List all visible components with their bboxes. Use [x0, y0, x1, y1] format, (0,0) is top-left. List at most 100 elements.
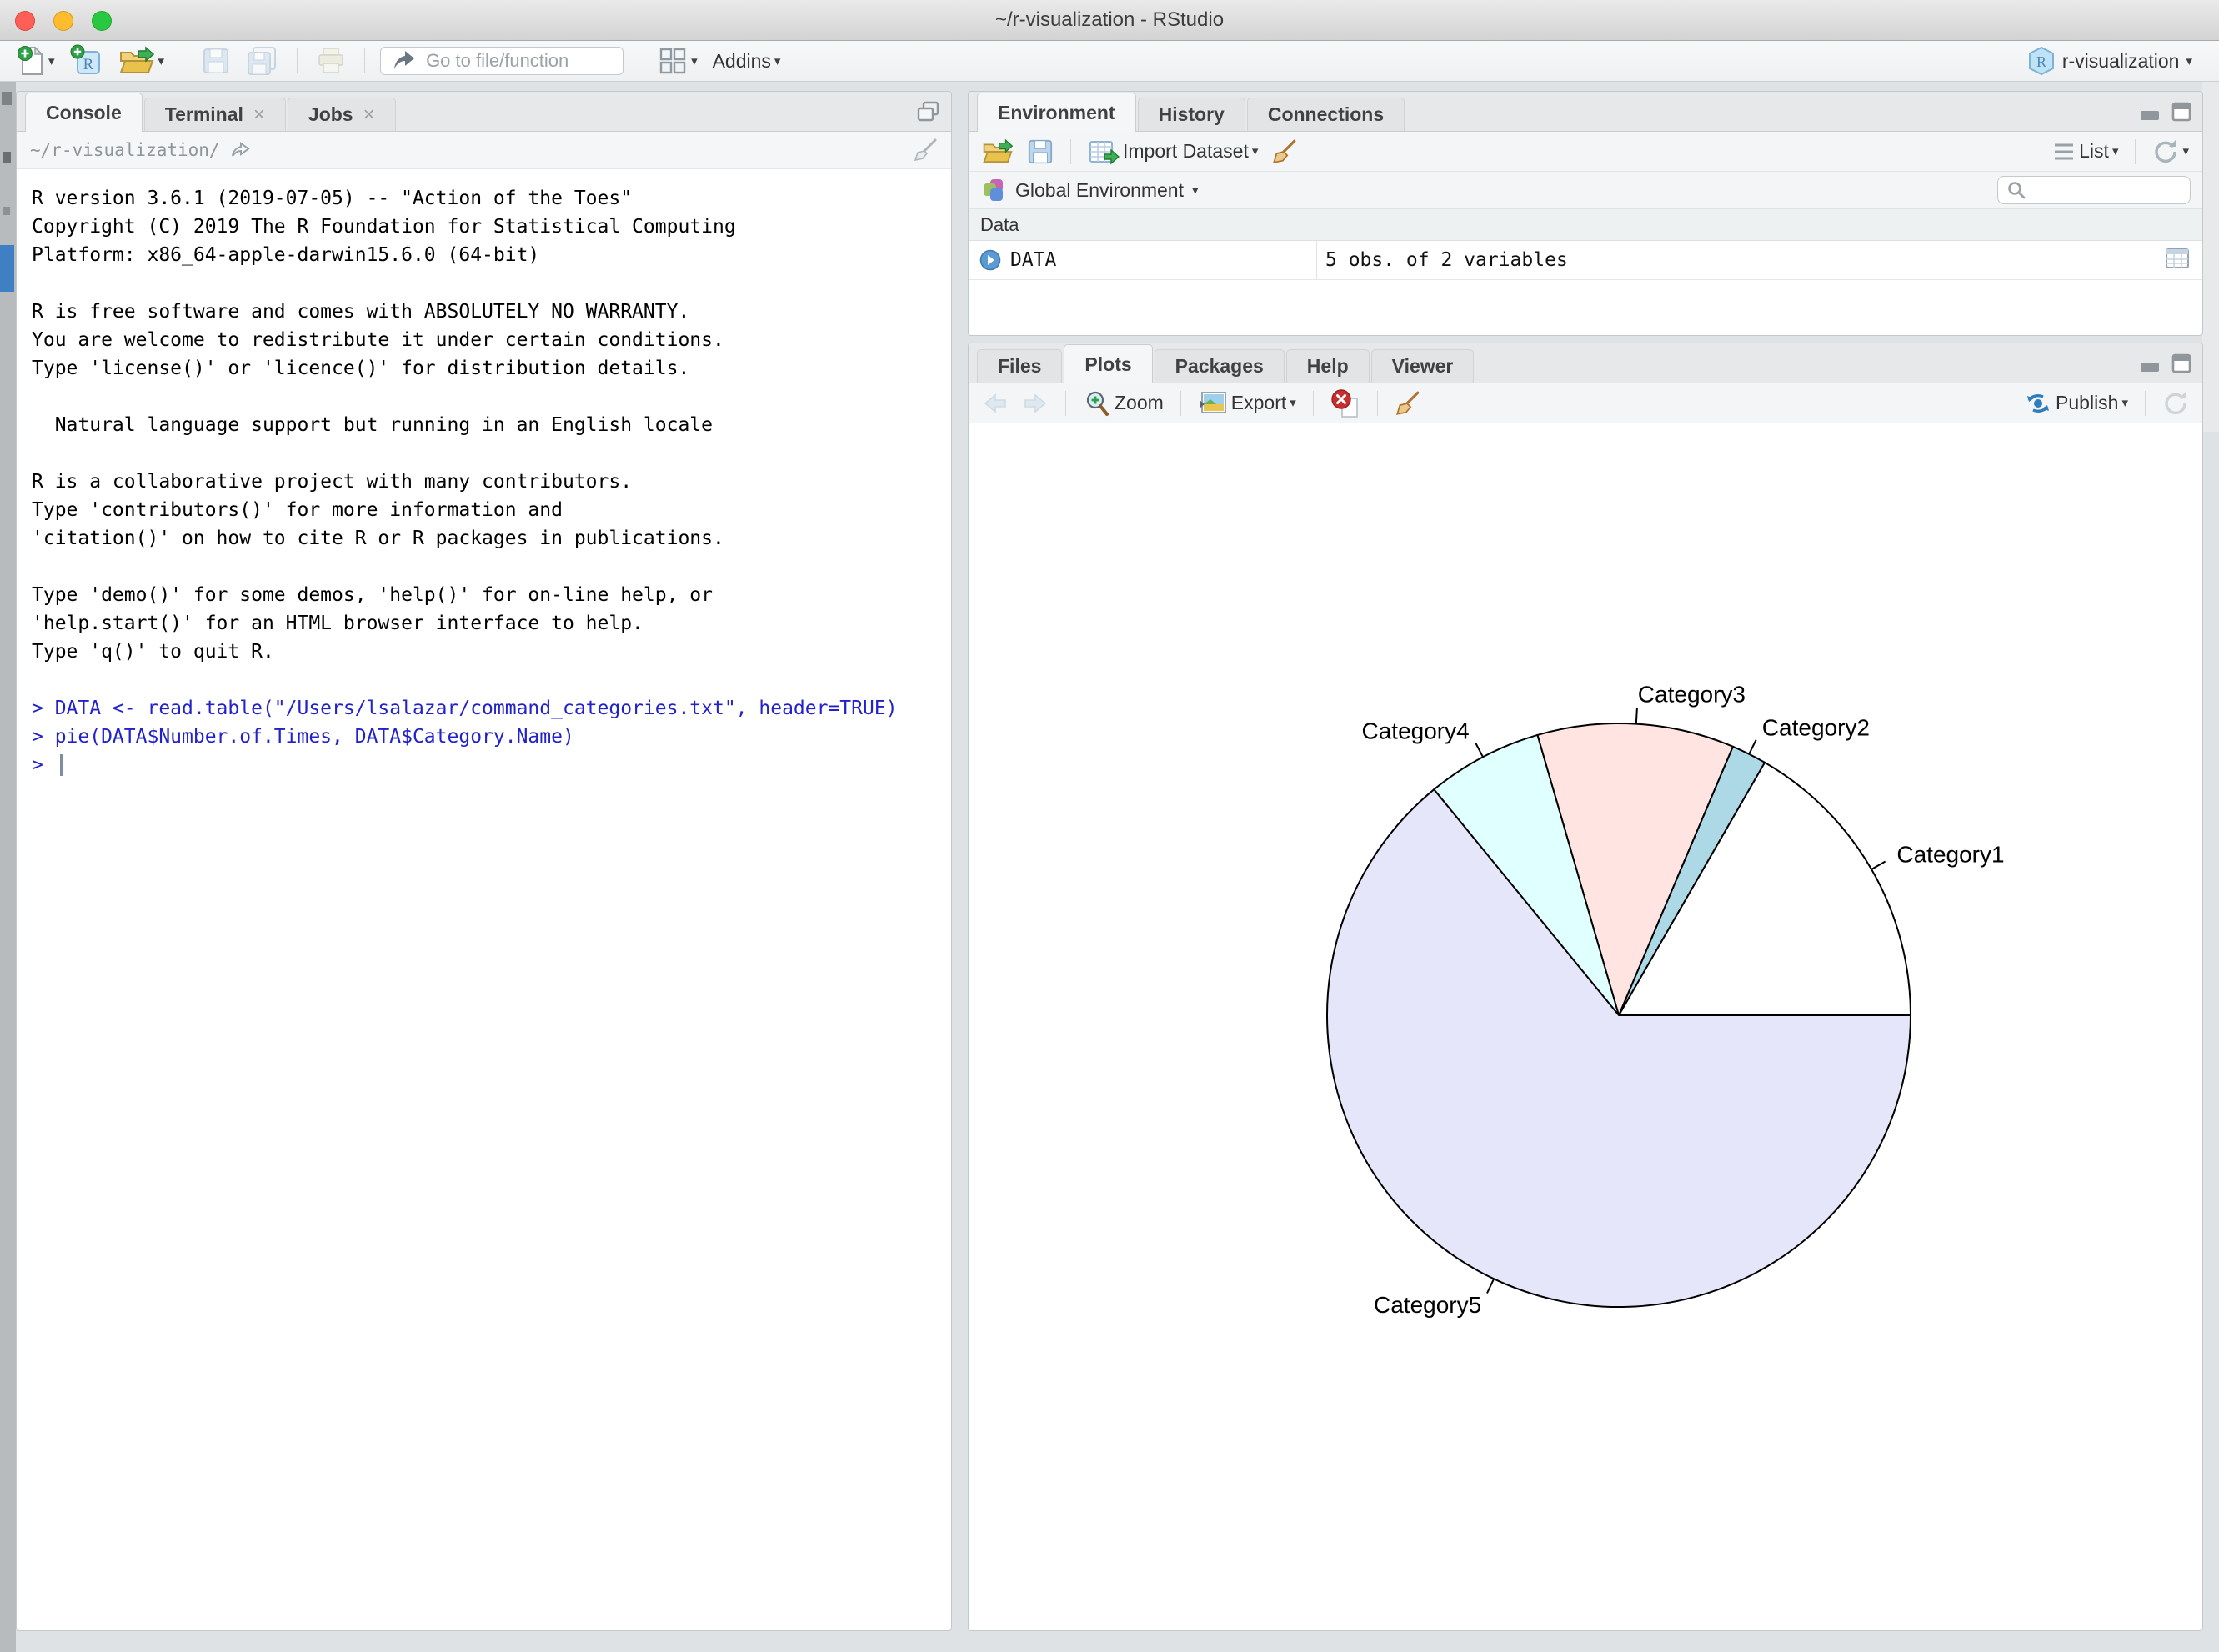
broom-icon[interactable]	[913, 138, 938, 163]
separator	[364, 48, 365, 73]
zoom-plot-button[interactable]: Zoom	[1079, 388, 1167, 419]
console-output-line: Type 'contributors()' for more informati…	[32, 496, 951, 524]
tab-plots[interactable]: Plots	[1064, 344, 1152, 383]
go-to-dir-icon[interactable]	[230, 141, 252, 159]
project-name: r-visualization	[2062, 50, 2180, 73]
print-icon	[316, 47, 346, 75]
environment-object-row[interactable]: DATA 5 obs. of 2 variables	[969, 241, 2202, 280]
tab-help[interactable]: Help	[1286, 349, 1370, 383]
console-output-line: 'help.start()' for an HTML browser inter…	[32, 609, 951, 638]
popout-icon[interactable]	[916, 100, 941, 123]
save-all-button[interactable]	[242, 44, 282, 78]
console-tabstrip: ConsoleTerminal×Jobs×	[17, 92, 951, 132]
env-stack-icon[interactable]	[980, 177, 1007, 203]
console-output[interactable]: R version 3.6.1 (2019-07-05) -- "Action …	[17, 169, 951, 779]
console-output-line	[32, 439, 951, 468]
console-output-line: Type 'license()' or 'licence()' for dist…	[32, 354, 951, 383]
new-file-icon	[17, 45, 45, 77]
tab-label: Environment	[998, 102, 1115, 124]
separator	[1377, 391, 1378, 416]
console-output-line: R version 3.6.1 (2019-07-05) -- "Action …	[32, 184, 951, 213]
pie-label-tick	[1749, 740, 1756, 754]
export-plot-button[interactable]: Export ▾	[1195, 388, 1300, 418]
close-icon[interactable]: ×	[363, 105, 375, 125]
tab-environment[interactable]: Environment	[977, 93, 1136, 132]
refresh-plot-button[interactable]	[2159, 388, 2192, 418]
pie-slice-label: Category3	[1638, 682, 1746, 708]
print-button[interactable]	[313, 45, 349, 77]
save-button[interactable]	[198, 45, 233, 77]
console-pane: ConsoleTerminal×Jobs× ~/r-visualization/…	[16, 91, 952, 1631]
load-workspace-button[interactable]	[979, 137, 1017, 167]
clear-environment-button[interactable]	[1268, 137, 1301, 167]
new-file-button[interactable]: ▾	[13, 43, 58, 78]
project-menu-button[interactable]: R r-visualization ▾	[2027, 46, 2192, 76]
data-grid-icon[interactable]	[2164, 247, 2191, 270]
minimize-pane-icon[interactable]	[2139, 101, 2161, 123]
desktop-edge-right	[2202, 82, 2219, 432]
dropdown-caret: ▾	[691, 55, 698, 68]
next-plot-button[interactable]	[1019, 390, 1052, 417]
tab-label: Terminal	[165, 103, 243, 126]
tab-history[interactable]: History	[1138, 98, 1245, 131]
text-cursor	[60, 754, 63, 776]
tab-console[interactable]: Console	[25, 93, 143, 132]
close-icon[interactable]: ×	[253, 105, 265, 125]
save-icon	[202, 47, 230, 75]
console-input-line: > pie(DATA$Number.of.Times, DATA$Categor…	[32, 723, 951, 751]
pie-label-tick	[1871, 862, 1886, 870]
tab-viewer[interactable]: Viewer	[1371, 349, 1475, 383]
clear-all-plots-button[interactable]	[1391, 388, 1425, 418]
refresh-icon	[2152, 138, 2179, 165]
pie-slice-label: Category4	[1362, 718, 1470, 743]
maximize-pane-icon[interactable]	[2171, 353, 2192, 374]
new-project-button[interactable]: R	[67, 43, 107, 79]
goto-placeholder: Go to file/function	[426, 50, 569, 72]
plots-toolbar: Zoom Export ▾	[969, 383, 2202, 423]
pie-chart: Category1Category2Category3Category4Cate…	[969, 423, 2202, 1631]
save-workspace-button[interactable]	[1024, 137, 1057, 167]
publish-icon	[2024, 391, 2052, 416]
dropdown-caret: ▾	[2182, 145, 2189, 158]
open-folder-icon	[118, 46, 155, 76]
play-expand-icon[interactable]	[979, 248, 1002, 272]
minimize-pane-icon[interactable]	[2139, 353, 2161, 374]
previous-plot-button[interactable]	[979, 390, 1012, 417]
tab-label: Viewer	[1392, 355, 1454, 378]
window-title: ~/r-visualization - RStudio	[0, 0, 2219, 40]
tab-terminal[interactable]: Terminal ×	[144, 98, 286, 131]
separator	[1070, 139, 1071, 164]
addins-button[interactable]: Addins ▾	[709, 48, 784, 74]
tab-packages[interactable]: Packages	[1155, 349, 1285, 383]
refresh-icon	[2162, 390, 2189, 417]
pie-slice-label: Category2	[1762, 715, 1870, 741]
environment-tabstrip: Environment HistoryConnections	[969, 92, 2202, 132]
remove-plot-icon	[1330, 388, 1360, 418]
import-dataset-button[interactable]: Import Dataset ▾	[1084, 136, 1261, 168]
console-output-line	[32, 269, 951, 298]
dropdown-caret: ▾	[1290, 397, 1296, 409]
separator	[297, 48, 298, 73]
list-view-button[interactable]: List ▾	[2049, 138, 2121, 164]
save-icon	[1027, 138, 1054, 165]
pane-layout-button[interactable]: ▾	[654, 44, 701, 78]
environment-search-input[interactable]	[1997, 176, 2191, 204]
refresh-environment-button[interactable]: ▾	[2149, 137, 2192, 167]
goto-file-input[interactable]: Go to file/function	[380, 47, 624, 75]
dropdown-caret: ▾	[2186, 55, 2192, 68]
svg-text:R: R	[2036, 53, 2046, 70]
console-output-line: R is a collaborative project with many c…	[32, 468, 951, 496]
dropdown-caret: ▾	[48, 55, 55, 68]
plots-pane: FilesPlotsPackagesHelp Viewer	[968, 343, 2203, 1631]
tab-connections[interactable]: Connections	[1247, 98, 1405, 131]
environment-scope-label[interactable]: Global Environment	[1015, 179, 1184, 202]
save-all-icon	[245, 46, 278, 76]
titlebar: ~/r-visualization - RStudio	[0, 0, 2219, 41]
tab-jobs[interactable]: Jobs×	[288, 98, 396, 131]
tab-files[interactable]: Files	[977, 349, 1062, 383]
remove-plot-button[interactable]	[1327, 387, 1364, 420]
publish-plot-button[interactable]: Publish ▾	[2021, 389, 2131, 418]
open-file-button[interactable]: ▾	[115, 44, 168, 78]
maximize-pane-icon[interactable]	[2171, 101, 2192, 123]
object-name: DATA	[1010, 249, 1056, 271]
